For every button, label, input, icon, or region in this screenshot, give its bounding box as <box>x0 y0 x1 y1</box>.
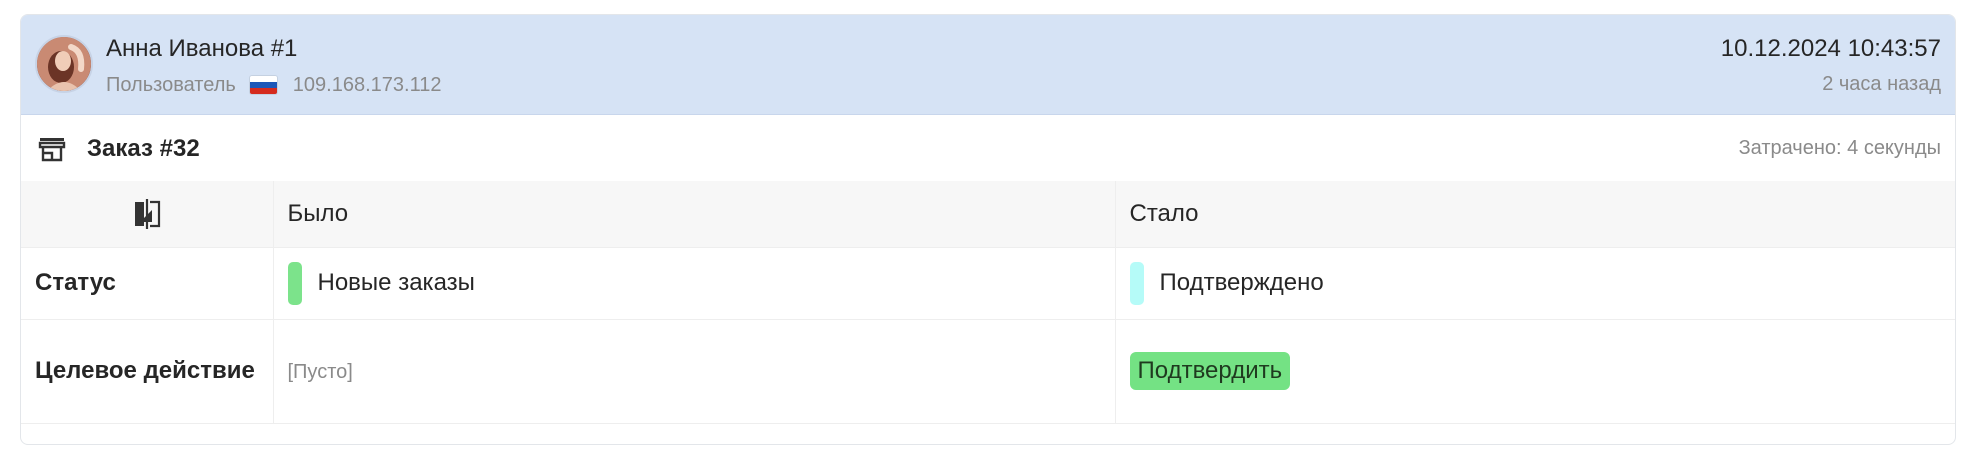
shop-icon <box>38 138 66 162</box>
changes-table: Было Стало Статус Новые заказы Подтвержд… <box>21 181 1955 424</box>
row-label: Статус <box>21 247 273 320</box>
russia-flag-icon <box>249 76 277 94</box>
user-ip: 109.168.173.112 <box>292 73 442 96</box>
event-header: Анна Иванова #1 Пользователь 109.168.173… <box>21 15 1955 115</box>
row-label: Целевое действие <box>21 319 273 424</box>
action-before-cell: [Пусто] <box>272 319 1115 424</box>
action-badge: Подтвердить <box>1129 352 1291 390</box>
table-row: Статус Новые заказы Подтверждено <box>21 247 1955 320</box>
column-after-header: Стало <box>1114 181 1955 248</box>
empty-value: [Пусто] <box>287 361 353 383</box>
status-color-marker <box>1129 261 1144 305</box>
user-role: Пользователь <box>106 73 236 96</box>
user-avatar[interactable] <box>35 35 93 93</box>
status-after-text: Подтверждено <box>1159 269 1324 296</box>
status-color-marker <box>287 261 302 305</box>
status-before-cell: Новые заказы <box>272 247 1115 320</box>
user-meta: Пользователь 109.168.173.112 <box>106 71 441 99</box>
table-row: Целевое действие [Пусто] Подтвердить <box>21 319 1955 424</box>
order-title[interactable]: Заказ #32 <box>87 135 200 163</box>
order-history-card: Анна Иванова #1 Пользователь 109.168.173… <box>20 14 1956 445</box>
column-before-header: Было <box>272 181 1115 248</box>
status-after-cell: Подтверждено <box>1114 247 1955 320</box>
order-row: Заказ #32 Затрачено: 4 секунды <box>21 115 1955 181</box>
compare-icon <box>134 198 160 229</box>
user-name[interactable]: Анна Иванова #1 <box>106 35 297 63</box>
action-after-cell: Подтвердить <box>1114 319 1955 424</box>
time-spent: Затрачено: 4 секунды <box>1738 137 1941 159</box>
event-relative-time: 2 часа назад <box>1822 73 1941 95</box>
compare-column-header <box>21 181 273 248</box>
event-datetime: 10.12.2024 10:43:57 <box>1720 35 1941 62</box>
status-before-text: Новые заказы <box>317 269 475 296</box>
table-header-row: Было Стало <box>21 181 1955 248</box>
